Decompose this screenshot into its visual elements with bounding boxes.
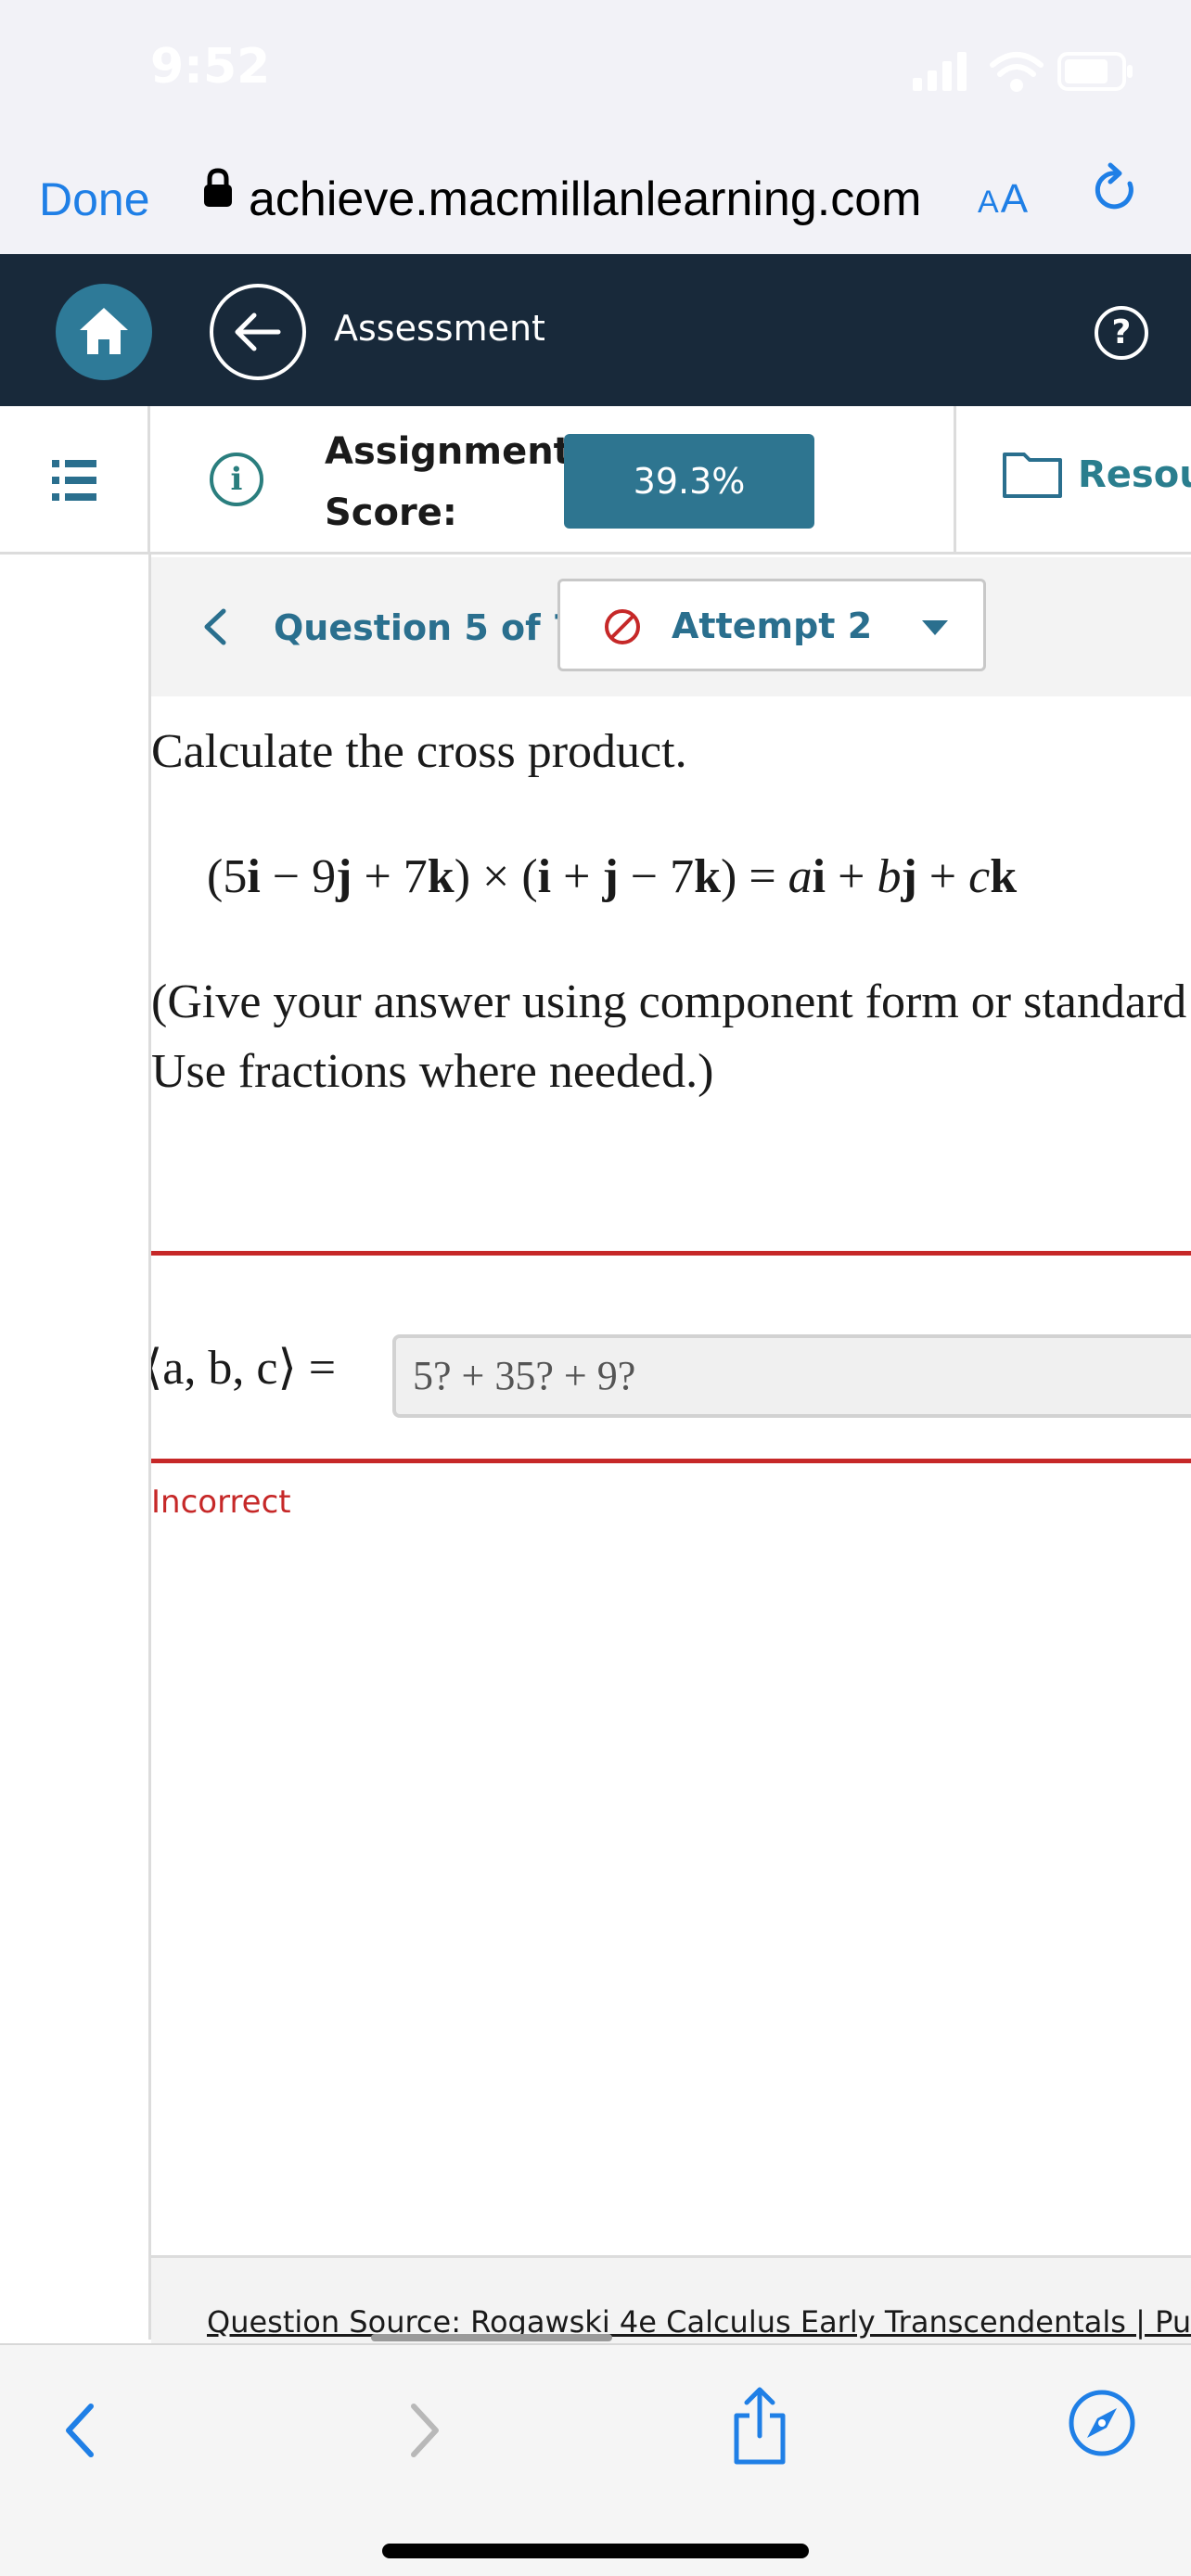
status-bar: 9:52 — [0, 0, 1191, 139]
compass-icon[interactable] — [1067, 2388, 1137, 2458]
score-label: Assignment Score: — [325, 430, 571, 534]
answer-input[interactable]: 5? + 35? + 9? — [392, 1334, 1191, 1418]
caret-down-icon — [922, 620, 948, 635]
status-icons — [913, 52, 1133, 92]
question-source-footer: Question Source: Rogawski 4e Calculus Ea… — [151, 2255, 1191, 2343]
share-icon[interactable] — [729, 2384, 790, 2468]
url-field[interactable]: achieve.macmillanlearning.com — [249, 158, 921, 241]
score-value: 39.3% — [564, 434, 814, 529]
cellular-signal-icon — [913, 52, 967, 91]
wifi-icon — [990, 52, 1044, 92]
back-button[interactable] — [210, 284, 306, 380]
question-source[interactable]: Question Source: Rogawski 4e Calculus Ea… — [207, 2301, 1191, 2343]
browser-toolbar: Done achieve.macmillanlearning.com AA — [0, 139, 1191, 254]
chevron-right-icon[interactable] — [403, 2393, 447, 2468]
text-size-large-label: A — [1000, 176, 1031, 222]
divider — [954, 406, 956, 555]
text-size-small-label: A — [978, 185, 1001, 220]
done-button[interactable]: Done — [39, 158, 150, 241]
status-time: 9:52 — [150, 39, 271, 95]
lock-icon — [204, 168, 232, 207]
chevron-left-icon[interactable] — [58, 2393, 102, 2468]
list-menu-icon — [52, 460, 96, 501]
arrow-left-icon — [235, 312, 281, 351]
resources-button[interactable]: Resources — [1078, 447, 1191, 503]
question-equation: (5i − 9j + 7k) × (i + j − 7k) = ai + bj … — [207, 850, 1018, 903]
score-bar: i Assignment Score: 39.3% Resources — [0, 406, 1191, 555]
answer-error-border-bottom — [151, 1459, 1191, 1463]
info-icon[interactable]: i — [210, 453, 263, 506]
chevron-left-icon[interactable] — [196, 594, 233, 659]
screen: 9:52 Done achieve.macmillanlearning.com … — [0, 0, 1191, 2576]
safari-bottom-toolbar — [0, 2334, 1191, 2576]
text-size-button[interactable]: AA — [978, 158, 1030, 244]
reload-icon[interactable] — [1093, 159, 1141, 221]
question-counter[interactable]: Question 5 of 7 — [274, 600, 577, 656]
question-nav: Question 5 of 7 Attempt 2 — [151, 557, 1191, 696]
answer-label: ⟨a, b, c⟩ = — [151, 1342, 337, 1395]
battery-icon — [1057, 52, 1133, 91]
scroll-indicator — [371, 2334, 612, 2341]
prohibited-icon — [605, 609, 640, 644]
attempt-label: Attempt 2 — [672, 606, 873, 646]
attempt-dropdown[interactable]: Attempt 2 — [557, 579, 986, 671]
app-header: Assessment ? — [0, 254, 1191, 406]
question-content: Calculate the cross product. (5i − 9j + … — [151, 696, 1191, 2254]
question-instruction-cont: Use fractions where needed.) — [151, 1045, 714, 1098]
home-icon — [80, 308, 128, 354]
feedback-incorrect: Incorrect — [151, 1484, 291, 1521]
answer-error-border-top — [151, 1251, 1191, 1256]
folder-icon[interactable] — [1002, 447, 1063, 499]
home-indicator — [382, 2544, 809, 2558]
header-title: Assessment — [334, 308, 545, 349]
question-instruction: (Give your answer using component form o… — [151, 976, 1191, 1028]
question-prompt: Calculate the cross product. — [151, 725, 687, 778]
home-button[interactable] — [56, 284, 152, 380]
menu-button[interactable] — [0, 406, 150, 555]
help-button[interactable]: ? — [1095, 306, 1148, 360]
